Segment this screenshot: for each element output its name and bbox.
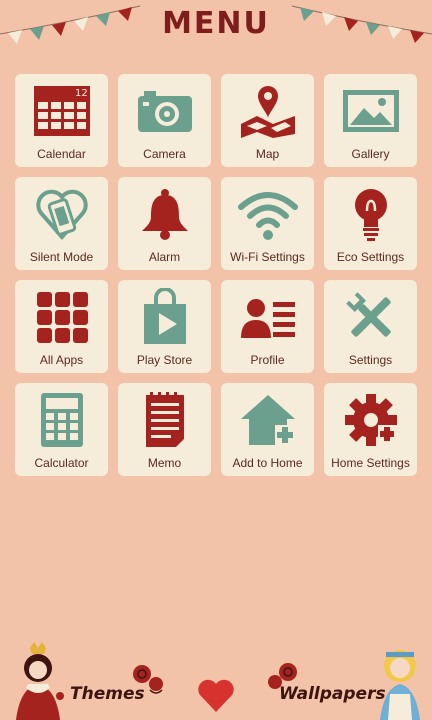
- heart-button[interactable]: [196, 678, 236, 714]
- apps-grid-icon: [27, 286, 97, 348]
- memo-icon: [130, 389, 200, 451]
- wifi-icon: [233, 183, 303, 245]
- page-title: MENU: [162, 6, 270, 41]
- tile-gallery[interactable]: Gallery: [324, 74, 417, 167]
- tile-calendar[interactable]: 12 Calendar: [15, 74, 108, 167]
- tile-settings[interactable]: Settings: [324, 280, 417, 373]
- tile-label: Eco Settings: [336, 250, 405, 264]
- tile-label: Calendar: [37, 147, 86, 161]
- tile-silent-mode[interactable]: Silent Mode: [15, 177, 108, 270]
- tools-icon: [336, 286, 406, 348]
- tile-label: Gallery: [351, 147, 390, 161]
- gallery-icon: [336, 80, 406, 142]
- tile-label: Play Store: [136, 353, 193, 367]
- lightbulb-icon: [336, 183, 406, 245]
- tile-label: Profile: [250, 353, 285, 367]
- tile-memo[interactable]: Memo: [118, 383, 211, 476]
- tile-label: Memo: [147, 456, 182, 470]
- queen-character-illustration: [16, 642, 64, 720]
- themes-link[interactable]: Themes: [70, 684, 145, 704]
- tile-all-apps[interactable]: All Apps: [15, 280, 108, 373]
- bell-icon: [130, 183, 200, 245]
- gear-icon: [336, 389, 406, 451]
- tile-alarm[interactable]: Alarm: [118, 177, 211, 270]
- profile-icon: [233, 286, 303, 348]
- camera-icon: [130, 80, 200, 142]
- tile-profile[interactable]: Profile: [221, 280, 314, 373]
- tile-home-settings[interactable]: Home Settings: [324, 383, 417, 476]
- wallpapers-link[interactable]: Wallpapers: [279, 684, 386, 704]
- header: MENU: [0, 0, 432, 60]
- play-store-icon: [130, 286, 200, 348]
- app-grid: 12 Calendar Camera Map Gallery Silent Mo…: [15, 74, 417, 476]
- tile-map[interactable]: Map: [221, 74, 314, 167]
- tile-label: Home Settings: [331, 456, 410, 470]
- tile-add-to-home[interactable]: Add to Home: [221, 383, 314, 476]
- calendar-icon: 12: [27, 80, 97, 142]
- tile-calculator[interactable]: Calculator: [15, 383, 108, 476]
- tile-label: Alarm: [148, 250, 181, 264]
- add-home-icon: [233, 389, 303, 451]
- tile-label: Add to Home: [232, 456, 303, 470]
- tile-label: All Apps: [39, 353, 84, 367]
- silent-mode-icon: [27, 183, 97, 245]
- tile-label: Silent Mode: [29, 250, 94, 264]
- calculator-icon: [27, 389, 97, 451]
- tile-play-store[interactable]: Play Store: [118, 280, 211, 373]
- tile-eco-settings[interactable]: Eco Settings: [324, 177, 417, 270]
- map-icon: [233, 80, 303, 142]
- tile-label: Wi-Fi Settings: [230, 250, 305, 264]
- tile-label: Calculator: [34, 456, 89, 470]
- tile-label: Map: [255, 147, 280, 161]
- footer: Themes Wallpapers: [0, 640, 432, 720]
- tile-camera[interactable]: Camera: [118, 74, 211, 167]
- tile-label: Settings: [348, 353, 393, 367]
- calendar-badge: 12: [75, 88, 88, 99]
- alice-character-illustration: [380, 650, 420, 720]
- tile-wifi-settings[interactable]: Wi-Fi Settings: [221, 177, 314, 270]
- tile-label: Camera: [143, 147, 186, 161]
